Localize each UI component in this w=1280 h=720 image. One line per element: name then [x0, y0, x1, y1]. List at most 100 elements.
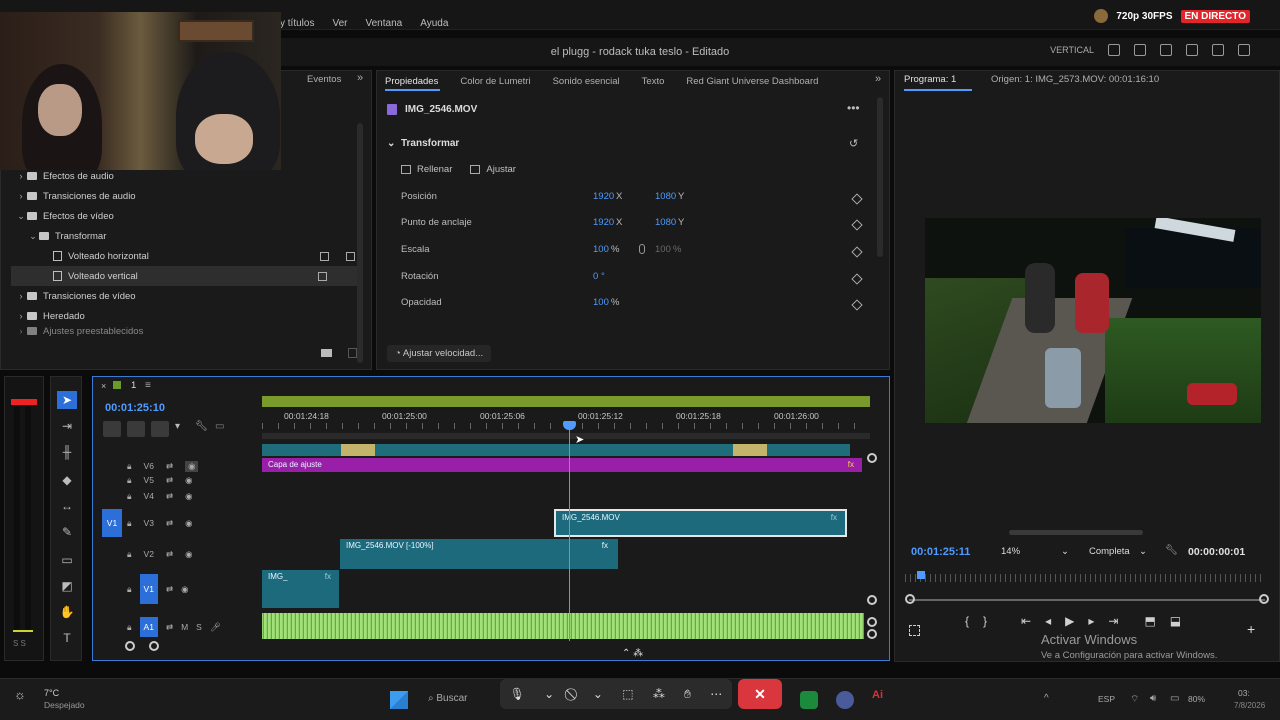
lock-icon[interactable]: 🔒︎	[127, 475, 132, 486]
more-options-icon[interactable]: •••	[847, 101, 860, 115]
trash-icon[interactable]	[348, 348, 357, 358]
monitor-scrollbar[interactable]	[1009, 530, 1143, 535]
safe-margins-icon[interactable]	[909, 625, 920, 636]
end-call-button[interactable]: ✕	[738, 679, 782, 709]
anchor-y-value[interactable]: 1080	[655, 217, 676, 228]
v-scroll-handle-top[interactable]	[867, 453, 877, 463]
lock-icon[interactable]: 🔒︎	[127, 549, 132, 560]
mark-in-icon[interactable]: {	[965, 614, 969, 628]
weather-icon[interactable]: ☼	[14, 687, 26, 702]
participants-icon[interactable]: ⁂	[653, 687, 665, 701]
work-area-bar[interactable]	[262, 396, 870, 407]
a1-audio-clip[interactable]	[262, 613, 864, 639]
wrench-icon[interactable]: 🔧︎	[1165, 545, 1178, 556]
link-icon[interactable]	[639, 244, 645, 254]
add-button-icon[interactable]: +	[1247, 621, 1255, 637]
tab-text[interactable]: Texto	[642, 76, 665, 87]
expand-arrow-icon[interactable]: ›	[15, 326, 27, 336]
sync-icon[interactable]: ⇄	[166, 622, 173, 633]
zoom-handle-right[interactable]	[1259, 594, 1269, 604]
eye-icon[interactable]: ◉	[185, 549, 192, 560]
lock-icon[interactable]: 🔒︎	[127, 584, 132, 595]
volume-icon[interactable]: 🔊︎	[1150, 693, 1156, 704]
eye-icon[interactable]: ◉	[185, 460, 199, 472]
expand-arrow-icon[interactable]: ›	[15, 291, 27, 301]
lock-icon[interactable]: 🔒︎	[127, 491, 132, 502]
expand-arrow-icon[interactable]: ›	[15, 311, 27, 321]
v-scroll-handle-bottom[interactable]	[867, 595, 877, 605]
language-indicator[interactable]: ESP	[1098, 694, 1115, 704]
fit-button[interactable]: Ajustar	[486, 164, 516, 175]
go-to-out-icon[interactable]: ⇥	[1108, 614, 1118, 628]
mark-out-icon[interactable]: }	[983, 614, 987, 628]
tree-item-vertical-flip[interactable]: Volteado vertical	[11, 266, 357, 286]
keyframe-icon[interactable]	[851, 299, 863, 311]
tree-item-video-effects[interactable]: ⌄ Efectos de vídeo	[15, 206, 375, 226]
track-select-tool-icon[interactable]: ⇥	[57, 417, 77, 435]
fullscreen-icon[interactable]	[1238, 44, 1250, 56]
menu-icon[interactable]: ≡	[145, 380, 151, 391]
sync-icon[interactable]: ⇄	[166, 461, 173, 472]
lock-icon[interactable]: 🔒︎	[127, 622, 132, 633]
fill-button[interactable]: Rellenar	[417, 164, 452, 175]
chevron-down-icon[interactable]: ⌄	[593, 687, 603, 701]
v2-clip[interactable]: IMG_2546.MOV [-100%] fx	[340, 539, 618, 569]
scale-value[interactable]: 100	[593, 244, 609, 255]
panel-overflow-icon[interactable]: »	[875, 73, 881, 85]
ripple-edit-tool-icon[interactable]: ╫	[57, 443, 77, 461]
whatsapp-icon[interactable]	[800, 691, 818, 709]
menu-item-help[interactable]: Ayuda	[420, 18, 448, 36]
rectangle-tool-icon[interactable]: ▭	[57, 551, 77, 569]
a1-track-target[interactable]: A1	[139, 617, 158, 637]
tree-item-horizontal-flip[interactable]: Volteado horizontal	[53, 246, 359, 266]
lock-icon[interactable]: 🔒︎	[127, 518, 132, 529]
nest-icon[interactable]	[103, 421, 121, 437]
razor-tool-icon[interactable]: ◆	[57, 471, 77, 489]
tab-program[interactable]: Programa: 1	[904, 74, 956, 85]
marker-icon[interactable]: ▾	[175, 421, 189, 437]
workspace-label[interactable]: VERTICAL	[1050, 45, 1094, 55]
tray-chevron-icon[interactable]: ^	[1044, 693, 1049, 704]
hand-tool-icon[interactable]: ✋	[57, 603, 77, 621]
captions-icon[interactable]: ▭	[215, 421, 229, 437]
timeline-timecode[interactable]: 00:01:25:10	[105, 402, 165, 414]
properties-scrollbar[interactable]	[877, 97, 883, 257]
tab-essential-sound[interactable]: Sonido esencial	[553, 76, 620, 87]
more-options-icon[interactable]: ⋯	[710, 687, 722, 701]
tree-item-presets[interactable]: › Ajustes preestablecidos	[15, 326, 375, 336]
solo-button[interactable]: S	[196, 622, 202, 632]
v1-clip[interactable]: IMG_ fx	[262, 570, 339, 608]
tree-item-video-transitions[interactable]: › Transiciones de vídeo	[15, 286, 375, 306]
keyframe-icon[interactable]	[851, 246, 863, 258]
eye-icon[interactable]: ◉	[181, 584, 188, 595]
tree-item-audio-transitions[interactable]: › Transiciones de audio	[15, 186, 375, 206]
raise-hand-icon[interactable]: ✋︎	[684, 687, 691, 702]
selection-tool-icon[interactable]: ➤	[57, 391, 77, 409]
eye-icon[interactable]: ◉	[185, 491, 192, 502]
a-scroll-handle-bottom[interactable]	[867, 629, 877, 639]
slip-tool-icon[interactable]: ↔	[57, 497, 77, 515]
screen-share-icon[interactable]: ⬚	[622, 687, 633, 701]
sync-icon[interactable]: ⇄	[166, 518, 173, 529]
v1-track-target[interactable]: V1	[139, 574, 158, 604]
position-x-value[interactable]: 1920	[593, 191, 614, 202]
expand-arrow-icon[interactable]: ›	[15, 191, 27, 201]
step-back-icon[interactable]: ◂	[1045, 614, 1051, 628]
expand-arrow-icon[interactable]: ›	[15, 171, 27, 181]
monitor-zoom-bar[interactable]	[909, 599, 1265, 601]
export-icon[interactable]	[1134, 44, 1146, 56]
chevron-down-icon[interactable]: ⌄	[544, 687, 554, 701]
tree-item-legacy[interactable]: › Heredado	[15, 306, 375, 326]
discord-icon[interactable]	[836, 691, 854, 709]
monitor-ruler[interactable]	[905, 574, 1265, 582]
ruler-scroll[interactable]	[262, 433, 870, 439]
zoom-icon[interactable]	[1186, 44, 1198, 56]
h-zoom-handle-left[interactable]	[125, 641, 135, 651]
opacity-value[interactable]: 100	[593, 297, 609, 308]
h-zoom-handle-right[interactable]	[149, 641, 159, 651]
quality-dropdown[interactable]: Completa ⌄	[1085, 544, 1151, 560]
sequence-tab[interactable]: 1	[131, 380, 136, 391]
fill-icon[interactable]	[401, 165, 411, 174]
wifi-icon[interactable]: ⌔	[1130, 693, 1139, 706]
rotation-value[interactable]: 0	[593, 271, 598, 282]
